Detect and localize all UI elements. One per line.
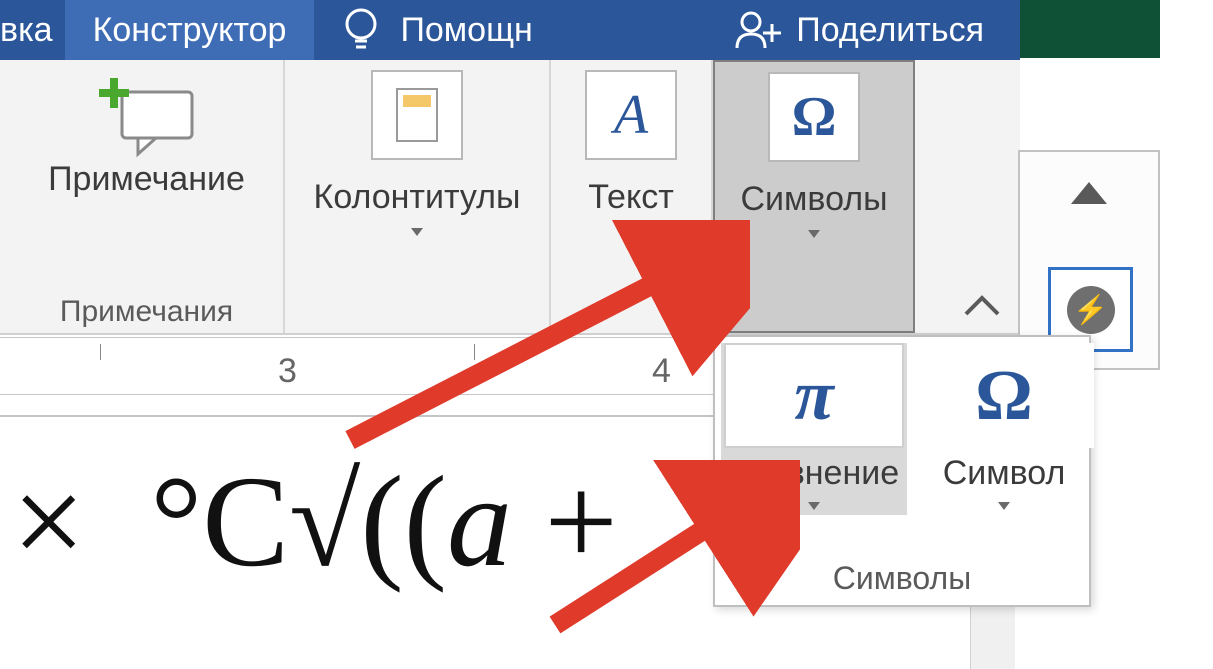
share-person-icon bbox=[734, 10, 782, 50]
tab-constructor[interactable]: Конструктор bbox=[65, 0, 315, 60]
ruler-tick bbox=[100, 344, 101, 360]
ribbon-group-comments: Примечание Примечания bbox=[10, 60, 285, 333]
comment-plus-icon bbox=[92, 70, 202, 160]
tab-insert-partial[interactable]: вка bbox=[0, 0, 65, 60]
omega-icon: Ω bbox=[914, 343, 1094, 448]
equation-content[interactable]: × °C√((a + bbox=[12, 447, 618, 597]
panel-footer-label: Символы bbox=[715, 560, 1089, 597]
ribbon-group-symbols: Ω Символы bbox=[713, 60, 915, 333]
ribbon-group-text: A Текст bbox=[551, 60, 713, 333]
button-label: Символы bbox=[740, 180, 887, 219]
tab-label: Конструктор bbox=[93, 11, 287, 50]
ruler-number: 4 bbox=[652, 352, 671, 391]
lightbulb-icon bbox=[342, 7, 380, 53]
share-button[interactable]: Поделиться bbox=[706, 0, 1012, 60]
button-label: Примечание bbox=[48, 160, 245, 199]
headers-dropdown[interactable]: Колонтитулы bbox=[285, 60, 549, 241]
group-caption: Примечания bbox=[10, 295, 283, 329]
button-label: Текст bbox=[588, 178, 674, 217]
expand-pane-button[interactable] bbox=[1071, 182, 1107, 204]
ribbon-group-headers: Колонтитулы bbox=[285, 60, 551, 333]
symbols-dropdown[interactable]: Ω Символы bbox=[715, 62, 913, 243]
tab-label: вка bbox=[0, 11, 53, 49]
ruler-tick bbox=[474, 344, 475, 360]
button-label: Символ bbox=[943, 454, 1066, 493]
symbols-dropdown-panel: π Уравнение Ω Символ Символы bbox=[713, 335, 1091, 607]
dropdown-arrow-icon bbox=[998, 497, 1010, 515]
dropdown-arrow-icon bbox=[625, 223, 637, 241]
symbol-button[interactable]: Ω Символ bbox=[911, 343, 1097, 515]
lightning-icon: ⚡ bbox=[1067, 286, 1115, 334]
ribbon-tabstrip: вка Конструктор Помощн Поделиться bbox=[0, 0, 1020, 60]
new-comment-button[interactable]: Примечание bbox=[10, 60, 283, 199]
button-label: Уравнение bbox=[729, 454, 899, 493]
tab-label: Помощн bbox=[400, 11, 532, 50]
equation-button[interactable]: π Уравнение bbox=[721, 343, 907, 515]
omega-icon: Ω bbox=[768, 72, 860, 162]
chevron-up-icon bbox=[962, 294, 1002, 318]
ruler-number: 3 bbox=[278, 352, 297, 391]
tab-label: Поделиться bbox=[796, 11, 984, 50]
text-dropdown[interactable]: A Текст bbox=[551, 60, 711, 241]
dropdown-arrow-icon bbox=[808, 225, 820, 243]
pi-icon: π bbox=[724, 343, 904, 448]
tab-help[interactable]: Помощн bbox=[314, 0, 560, 60]
account-area[interactable] bbox=[1020, 0, 1160, 58]
dropdown-arrow-icon bbox=[808, 497, 820, 515]
button-label: Колонтитулы bbox=[314, 178, 521, 217]
ribbon: Примечание Примечания Колонтитулы A Текс… bbox=[0, 60, 1020, 335]
text-a-icon: A bbox=[585, 70, 677, 160]
dropdown-arrow-icon bbox=[411, 223, 423, 241]
page-icon bbox=[371, 70, 463, 160]
collapse-ribbon-button[interactable] bbox=[962, 285, 1002, 327]
